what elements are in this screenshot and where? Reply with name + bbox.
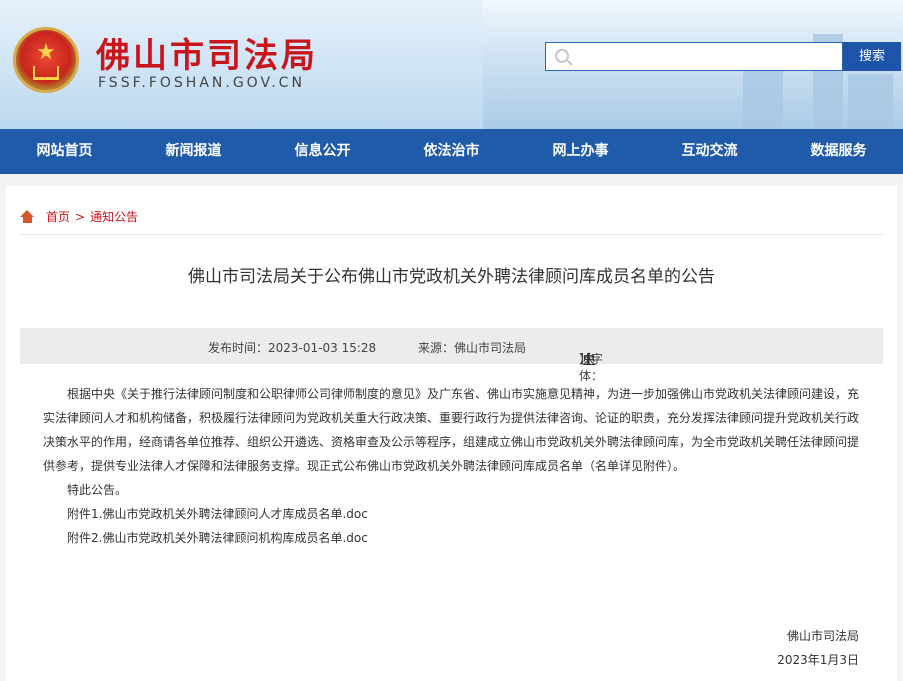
- nav-item-home[interactable]: 网站首页: [0, 129, 129, 174]
- article-content: 根据中央《关于推行法律顾问制度和公职律师公司律师制度的意见》及广东省、佛山市实施…: [43, 382, 863, 550]
- nav-item-interaction[interactable]: 互动交流: [645, 129, 774, 174]
- signature-organization: 佛山市司法局: [786, 629, 859, 643]
- site-title[interactable]: 佛山市司法局: [96, 28, 318, 77]
- search-button[interactable]: 搜索: [843, 42, 901, 71]
- breadcrumb-divider: [20, 234, 883, 235]
- nav-item-info-disclosure[interactable]: 信息公开: [258, 129, 387, 174]
- content-panel: 首页 > 通知公告 佛山市司法局关于公布佛山市党政机关外聘法律顾问库成员名单的公…: [6, 186, 897, 681]
- justice-emblem-icon[interactable]: ★: [13, 27, 79, 93]
- header-building: [848, 74, 893, 129]
- nav-item-online-services[interactable]: 网上办事: [516, 129, 645, 174]
- article-title: 佛山市司法局关于公布佛山市党政机关外聘法律顾问库成员名单的公告: [188, 267, 715, 287]
- search-input[interactable]: [578, 47, 833, 67]
- signature-date: 2023年1月3日: [777, 653, 859, 667]
- article-body: 根据中央《关于推行法律顾问制度和公职律师公司律师制度的意见》及广东省、佛山市实施…: [43, 387, 860, 473]
- article-meta-bar: 发布时间：2023-01-03 15:28 来源：佛山市司法局 【字体：大中小】: [20, 328, 883, 383]
- nav-item-news[interactable]: 新闻报道: [129, 129, 258, 174]
- article-signature-block: 佛山市司法局 2023年1月3日: [777, 624, 859, 672]
- article-source: 来源：佛山市司法局: [418, 341, 527, 355]
- home-icon[interactable]: [20, 210, 35, 223]
- nav-item-data-services[interactable]: 数据服务: [774, 129, 903, 174]
- search-box: [545, 42, 843, 71]
- main-nav: 网站首页 新闻报道 信息公开 依法治市 网上办事 互动交流 数据服务: [0, 129, 903, 174]
- nav-item-rule-of-law[interactable]: 依法治市: [387, 129, 516, 174]
- font-size-close: 】: [579, 352, 592, 366]
- search-icon: [555, 49, 569, 63]
- breadcrumb-separator: >: [75, 209, 86, 224]
- breadcrumb-current[interactable]: 通知公告: [90, 208, 138, 225]
- breadcrumb-home[interactable]: 首页: [46, 208, 70, 225]
- attachment-link-2[interactable]: 附件2.佛山市党政机关外聘法律顾问机构库成员名单.doc: [43, 526, 863, 550]
- breadcrumb: 首页 > 通知公告: [20, 208, 138, 225]
- attachment-link-1[interactable]: 附件1.佛山市党政机关外聘法律顾问人才库成员名单.doc: [43, 502, 863, 526]
- site-header: ★ 佛山市司法局 FSSF.FOSHAN.GOV.CN 搜索: [0, 0, 903, 129]
- publish-time: 发布时间：2023-01-03 15:28: [208, 341, 377, 355]
- site-domain: FSSF.FOSHAN.GOV.CN: [98, 75, 305, 91]
- article-closing: 特此公告。: [67, 483, 128, 497]
